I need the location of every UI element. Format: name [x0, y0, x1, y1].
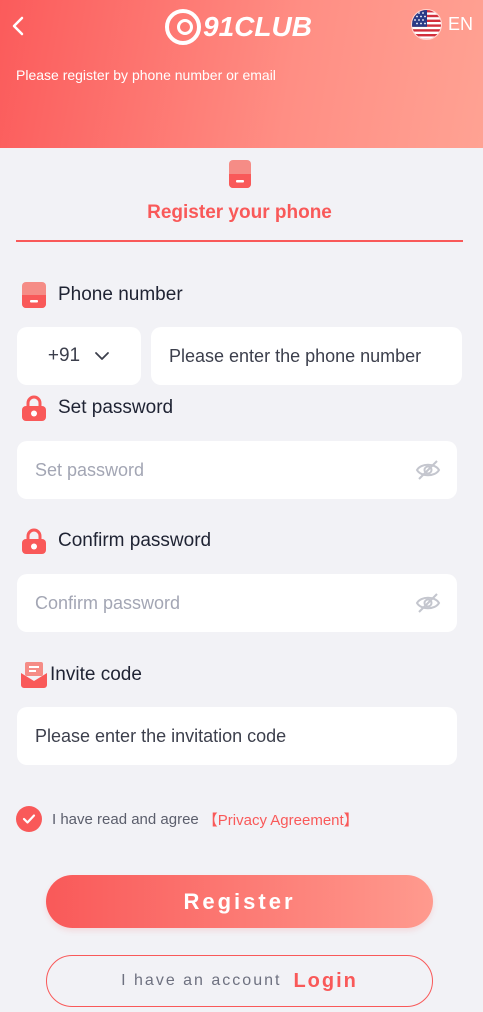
- tab-label: Register your phone: [147, 202, 332, 223]
- logo-mark: [165, 9, 201, 45]
- phone-input-box: [151, 327, 462, 385]
- confirm-password-input-box: [17, 574, 457, 632]
- language-selector[interactable]: EN: [410, 9, 473, 40]
- lock-icon: [22, 528, 46, 554]
- phone-input[interactable]: [151, 327, 462, 385]
- eye-off-icon[interactable]: [415, 459, 441, 481]
- invite-code-input[interactable]: [17, 707, 457, 765]
- agreement-checkbox[interactable]: [16, 806, 42, 832]
- agreement-row: I have read and agree 【Privacy Agreement…: [16, 806, 359, 832]
- invite-code-label: Invite code: [20, 661, 142, 689]
- invite-code-label-text: Invite code: [50, 664, 142, 685]
- back-button[interactable]: [8, 12, 30, 40]
- privacy-agreement-link[interactable]: 【Privacy Agreement】: [203, 809, 359, 830]
- password-input[interactable]: [17, 441, 457, 499]
- agreement-text: I have read and agree: [52, 810, 199, 828]
- logo: 91CLUB: [165, 7, 312, 47]
- login-button[interactable]: I have an account Login: [46, 955, 433, 1007]
- invite-icon: [21, 662, 47, 688]
- country-code-value: +91: [47, 345, 81, 366]
- confirm-password-label-text: Confirm password: [58, 530, 212, 551]
- lock-icon: [22, 395, 46, 421]
- check-icon: [22, 814, 36, 824]
- us-flag-icon: [410, 9, 442, 40]
- invite-code-input-box: [17, 707, 457, 765]
- password-input-box: [17, 441, 457, 499]
- eye-off-icon[interactable]: [415, 592, 441, 614]
- phone-icon: [22, 282, 46, 308]
- chevron-down-icon: [95, 352, 110, 360]
- register-subtitle: Please register by phone number or email: [16, 67, 276, 83]
- language-label: EN: [447, 14, 473, 34]
- confirm-password-input[interactable]: [17, 574, 457, 632]
- have-account-text: I have an account: [121, 972, 282, 989]
- password-label: Set password: [20, 394, 173, 422]
- password-label-text: Set password: [58, 397, 174, 418]
- chevron-left-icon: [12, 16, 24, 36]
- phone-label-text: Phone number: [58, 284, 183, 305]
- tab-register-phone[interactable]: Register your phone: [16, 148, 463, 242]
- login-label: Login: [293, 969, 358, 992]
- logo-text: 91CLUB: [203, 11, 312, 42]
- phone-label: Phone number: [20, 281, 183, 309]
- phone-icon: [229, 160, 251, 188]
- country-code-select[interactable]: +91: [17, 327, 141, 385]
- register-button[interactable]: Register: [46, 875, 433, 928]
- header: 91CLUB EN Please register by phone numbe…: [0, 0, 483, 148]
- tab-underline: [16, 240, 463, 242]
- confirm-password-label: Confirm password: [20, 527, 211, 555]
